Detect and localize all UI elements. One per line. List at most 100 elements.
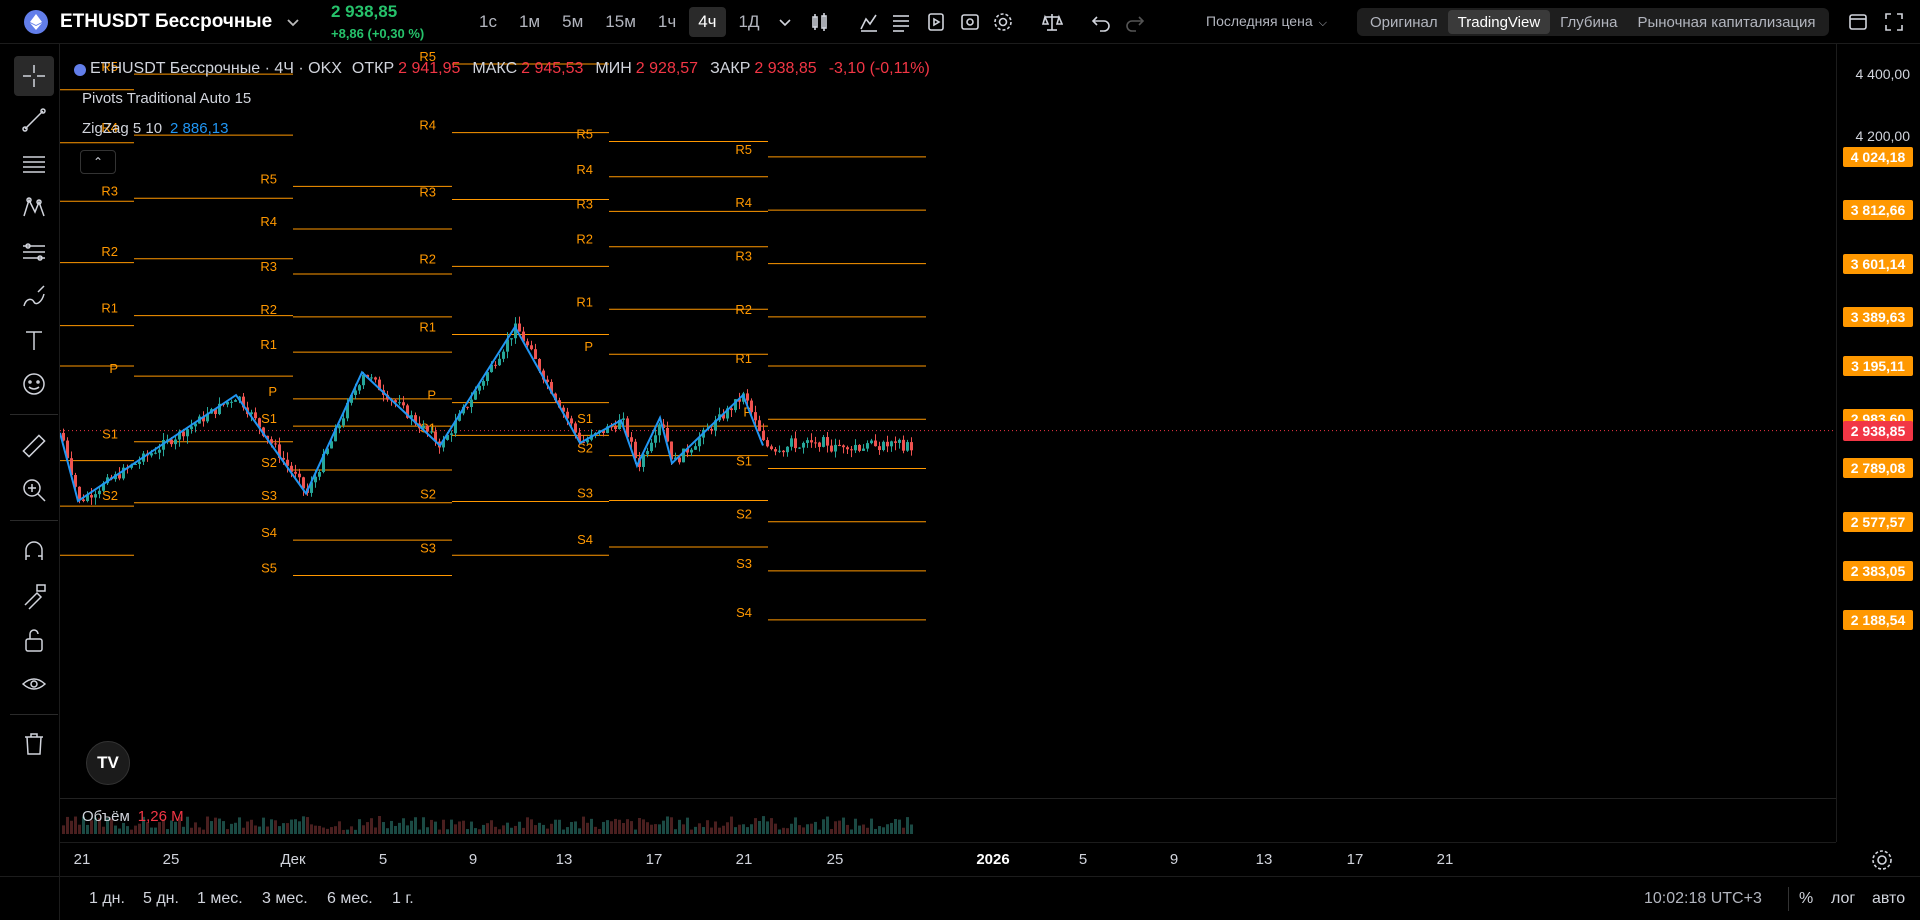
candle-body bbox=[466, 406, 469, 408]
tab-depth[interactable]: Глубина bbox=[1550, 10, 1627, 34]
interval-15m[interactable]: 15м bbox=[596, 7, 645, 37]
interval-1d[interactable]: 1Д bbox=[730, 7, 769, 37]
candle-body bbox=[494, 364, 497, 366]
candle-body bbox=[870, 440, 873, 444]
candle-body bbox=[766, 440, 769, 447]
volume-bar bbox=[870, 818, 873, 834]
indicators-icon[interactable] bbox=[857, 10, 881, 34]
log-toggle[interactable]: лог bbox=[1831, 890, 1855, 908]
volume-bar bbox=[234, 822, 237, 834]
crosshair-icon[interactable] bbox=[14, 56, 54, 96]
time-axis[interactable]: 21 25 Дек 5 9 13 17 21 25 2026 5 9 13 17 21 bbox=[60, 842, 1836, 876]
tab-original[interactable]: Оригинал bbox=[1360, 10, 1448, 34]
layout-icon[interactable] bbox=[1846, 10, 1870, 34]
intervals-chevron-icon[interactable] bbox=[773, 10, 797, 34]
trash-icon[interactable] bbox=[14, 724, 54, 764]
volume-bar bbox=[790, 823, 793, 834]
price-chart[interactable]: R5 R4 R3 R2 R1 P S1 S2 R5 R4 R3 R2 R1 P S1 S2 S3 S4 S5 R5 R4… bbox=[60, 44, 1836, 842]
unlock-icon[interactable] bbox=[14, 620, 54, 660]
trend-line-icon[interactable] bbox=[14, 100, 54, 140]
volume-bar bbox=[522, 827, 525, 834]
pattern-icon[interactable] bbox=[14, 188, 54, 228]
pivot-level-label: S1 bbox=[577, 411, 593, 426]
interval-1s[interactable]: 1с bbox=[470, 7, 506, 37]
pivot-level-label: R3 bbox=[260, 259, 277, 274]
redo-icon[interactable] bbox=[1123, 10, 1147, 34]
range-3m[interactable]: 3 мес. bbox=[262, 890, 308, 908]
undo-icon[interactable] bbox=[1089, 10, 1113, 34]
candle-body bbox=[354, 390, 357, 395]
candle-body bbox=[794, 438, 797, 449]
volume-bar bbox=[482, 824, 485, 834]
magnet-icon[interactable] bbox=[14, 532, 54, 572]
tab-market-cap[interactable]: Рыночная капитализация bbox=[1627, 10, 1825, 34]
candle-body bbox=[886, 441, 889, 447]
chevron-down-icon[interactable] bbox=[286, 0, 300, 44]
ruler-icon[interactable] bbox=[14, 426, 54, 466]
volume-bar bbox=[362, 825, 365, 834]
emoji-icon[interactable] bbox=[14, 364, 54, 404]
indicator-zigzag[interactable]: ZigZag 5 10 2 886,13 bbox=[82, 120, 228, 137]
tradingview-logo[interactable]: TV bbox=[86, 741, 130, 785]
volume-bar bbox=[778, 829, 781, 834]
volume-bar bbox=[374, 827, 377, 834]
axis-settings-icon[interactable] bbox=[1870, 848, 1894, 872]
volume-bar bbox=[666, 816, 669, 834]
collapse-legend-button[interactable]: ⌃ bbox=[80, 150, 116, 174]
price-axis[interactable]: 4 400,00 4 200,00 4 024,18 3 812,66 3 601,… bbox=[1836, 44, 1920, 842]
range-5d[interactable]: 5 дн. bbox=[143, 890, 179, 908]
fullscreen-icon[interactable] bbox=[1882, 10, 1906, 34]
indicator-pivots[interactable]: Pivots Traditional Auto 15 bbox=[82, 90, 251, 107]
chart-pane[interactable]: R5 R4 R3 R2 R1 P S1 S2 R5 R4 R3 R2 R1 P S1 S2 S3 S4 S5 R5 R4… bbox=[60, 44, 1836, 842]
prediction-icon[interactable] bbox=[14, 232, 54, 272]
symbol-title[interactable]: ETHUSDT Бессрочные bbox=[60, 0, 272, 44]
candle-body bbox=[534, 349, 537, 360]
brush-icon[interactable] bbox=[14, 276, 54, 316]
percent-toggle[interactable]: % bbox=[1799, 890, 1813, 908]
range-6m[interactable]: 6 мес. bbox=[327, 890, 373, 908]
zoom-icon[interactable] bbox=[14, 470, 54, 510]
text-icon[interactable] bbox=[14, 320, 54, 360]
range-1d[interactable]: 1 дн. bbox=[89, 890, 125, 908]
time-tick: 25 bbox=[162, 851, 180, 868]
range-1y[interactable]: 1 г. bbox=[392, 890, 414, 908]
candle-body bbox=[426, 425, 429, 432]
volume-bar bbox=[186, 816, 189, 834]
eye-icon[interactable] bbox=[14, 664, 54, 704]
interval-4h[interactable]: 4ч bbox=[689, 7, 726, 37]
lock-drawings-icon[interactable] bbox=[14, 576, 54, 616]
volume-bar bbox=[486, 823, 489, 834]
price-source-select[interactable]: Последняя цена ⌵ bbox=[1206, 13, 1327, 30]
templates-icon[interactable] bbox=[889, 10, 913, 34]
volume-bar bbox=[130, 829, 133, 834]
candle-body bbox=[894, 441, 897, 443]
volume-bar bbox=[586, 822, 589, 834]
volume-bar bbox=[102, 826, 105, 834]
volume-bar bbox=[410, 820, 413, 834]
time-tick: 5 bbox=[1078, 851, 1088, 868]
interval-1m[interactable]: 1м bbox=[510, 7, 549, 37]
interval-1h[interactable]: 1ч bbox=[649, 7, 685, 37]
pivot-level-label: R1 bbox=[576, 294, 593, 309]
volume-bar bbox=[906, 817, 909, 834]
replay-icon[interactable] bbox=[924, 10, 948, 34]
pane-separator[interactable] bbox=[60, 798, 1836, 799]
volume-bar bbox=[290, 819, 293, 834]
pivot-level-label: S4 bbox=[261, 525, 277, 540]
tab-tradingview[interactable]: TradingView bbox=[1447, 10, 1551, 34]
volume-bar bbox=[118, 828, 121, 834]
alert-icon[interactable] bbox=[958, 10, 982, 34]
volume-bar bbox=[734, 827, 737, 834]
auto-toggle[interactable]: авто bbox=[1872, 890, 1905, 908]
range-1m[interactable]: 1 мес. bbox=[197, 890, 243, 908]
clock[interactable]: 10:02:18 UTC+3 bbox=[1644, 890, 1762, 908]
fib-retracement-icon[interactable] bbox=[14, 144, 54, 184]
candle-body bbox=[778, 450, 781, 452]
settings-icon[interactable] bbox=[991, 10, 1015, 34]
volume-bar bbox=[698, 823, 701, 834]
volume-bar bbox=[750, 824, 753, 834]
compare-icon[interactable] bbox=[1040, 10, 1064, 34]
candles-icon[interactable] bbox=[808, 10, 832, 34]
interval-5m[interactable]: 5м bbox=[553, 7, 592, 37]
time-tick: 17 bbox=[1346, 851, 1364, 868]
